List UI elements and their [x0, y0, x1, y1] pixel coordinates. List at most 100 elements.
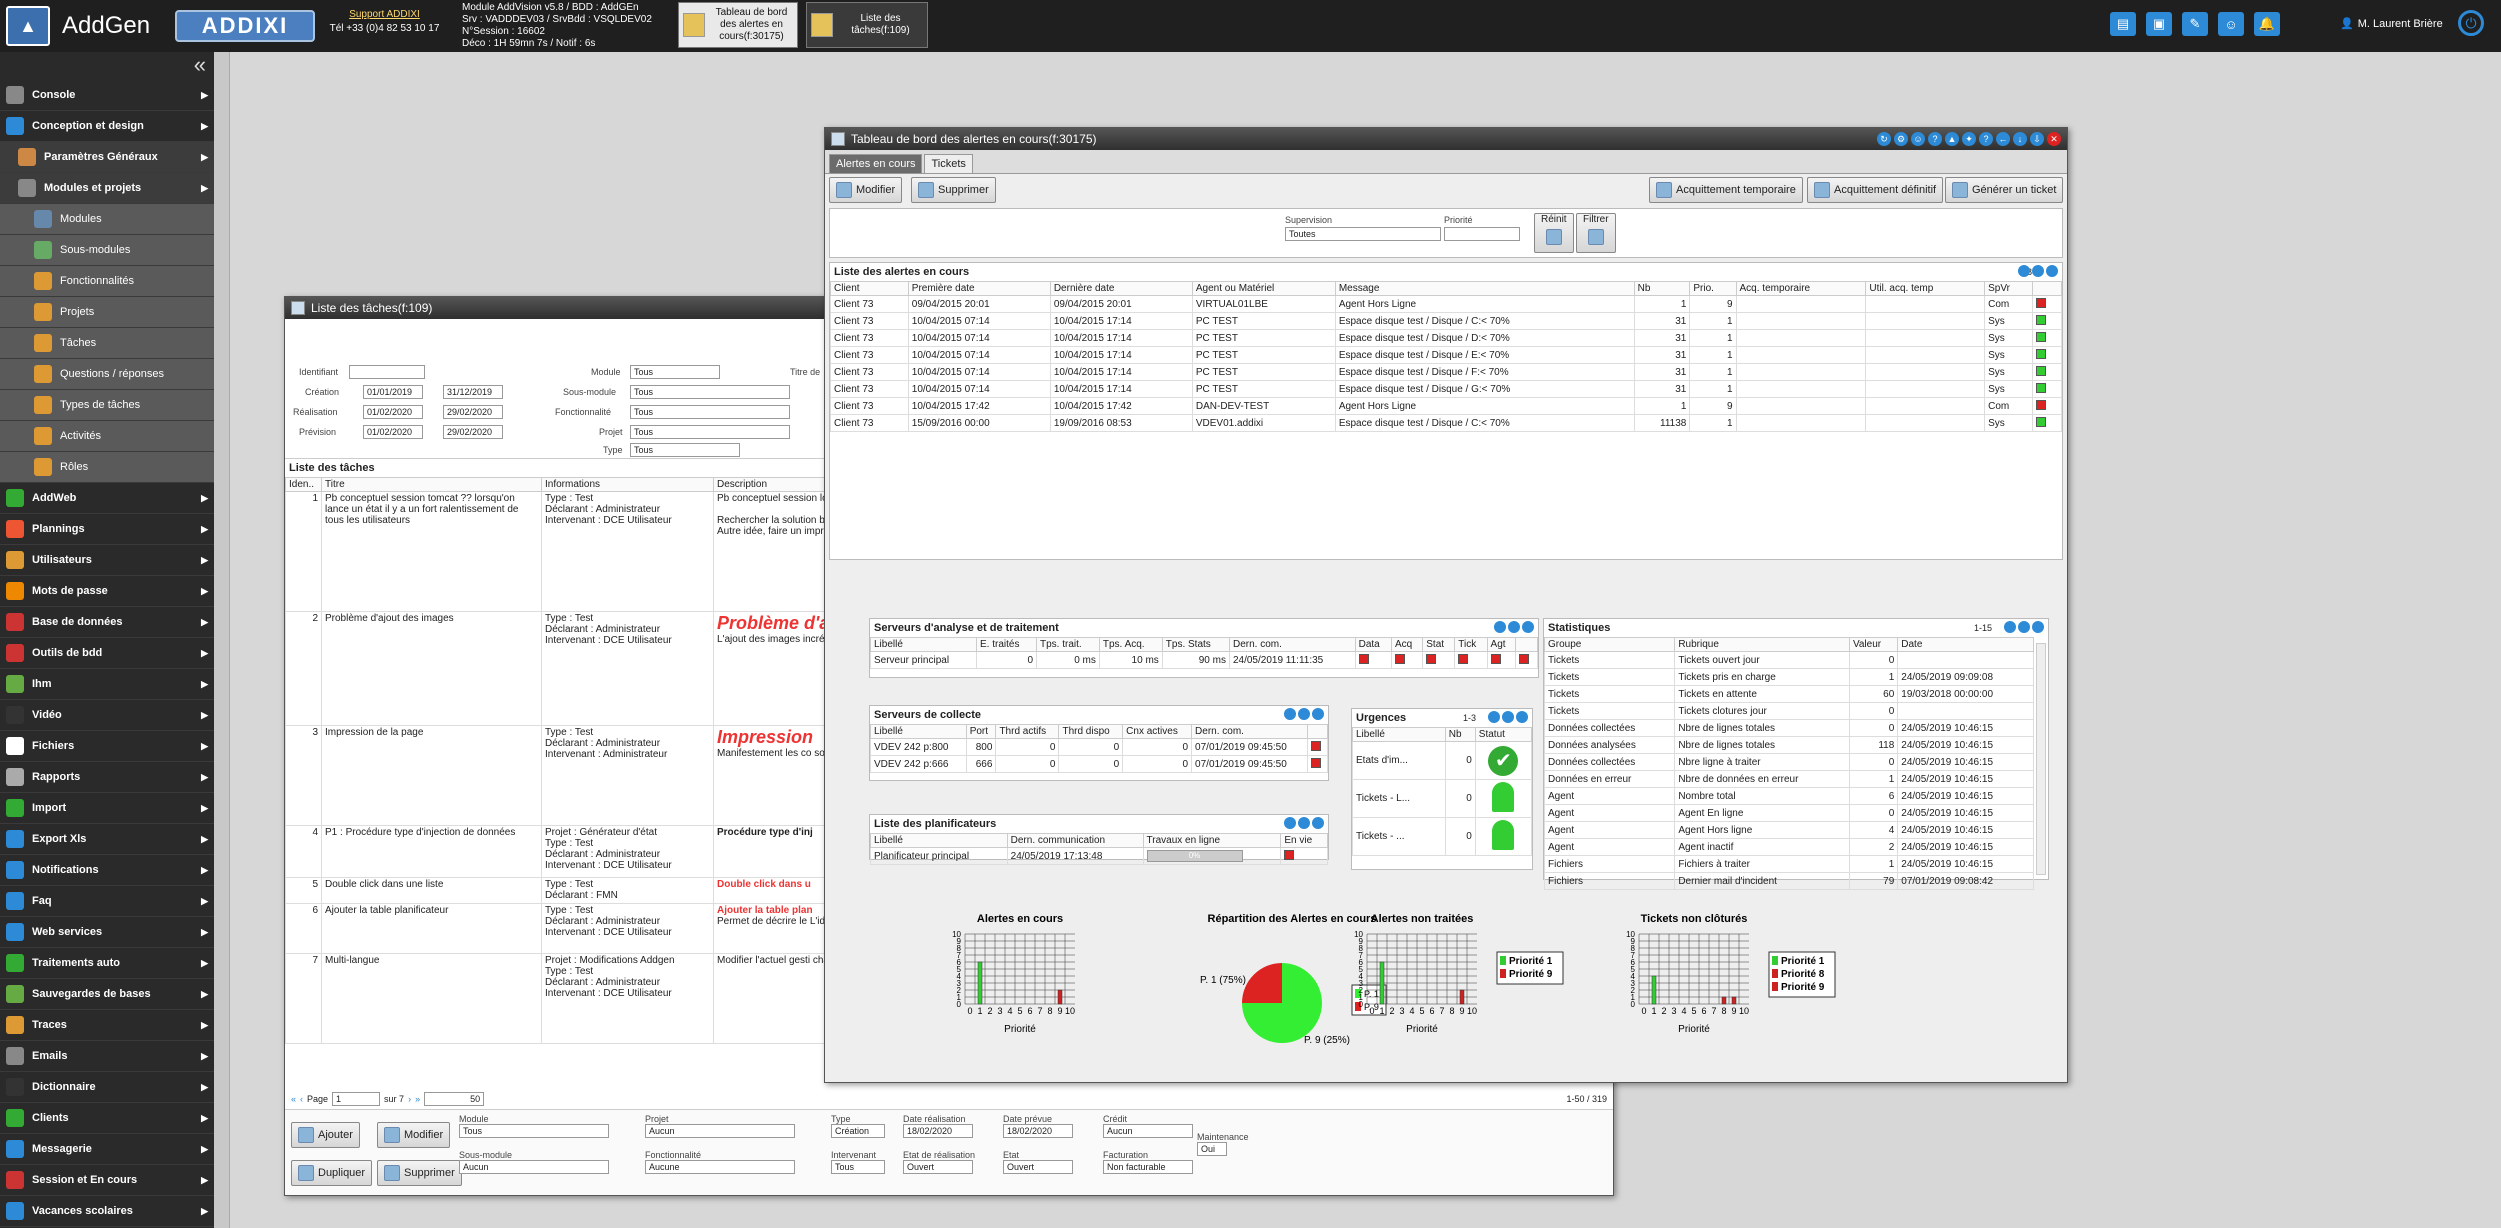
table-row[interactable]: VDEV 242 p:800 800 0 0 0 07/01/2019 09:45:50: [870, 738, 1328, 756]
sidebar-item[interactable]: Utilisateurs ▶: [0, 545, 214, 576]
copy-icon[interactable]: [1284, 817, 1296, 830]
realisation-from-input[interactable]: 01/02/2020: [363, 405, 423, 419]
sidebar-item[interactable]: Ihm ▶: [0, 669, 214, 700]
identifiant-input[interactable]: [349, 365, 425, 379]
copy-icon[interactable]: [1284, 708, 1296, 721]
settings-icon[interactable]: [2032, 265, 2044, 278]
column-header[interactable]: Libellé: [870, 724, 967, 739]
field-select[interactable]: Ouvert: [903, 1160, 973, 1174]
sidebar-item[interactable]: Activités: [0, 421, 214, 452]
sidebar-item[interactable]: Sauvegardes de bases ▶: [0, 979, 214, 1010]
table-row[interactable]: Client 73 10/04/2015 07:14 10/04/2015 17:1…: [830, 329, 2062, 347]
table-row[interactable]: Fichiers Dernier mail d'incident 79 07/01/2…: [1543, 872, 2034, 890]
table-row[interactable]: Tickets - ... 0: [1352, 817, 1533, 856]
sidebar-item[interactable]: Faq ▶: [0, 886, 214, 917]
column-header[interactable]: Tps. Stats: [1161, 637, 1230, 652]
refresh-icon[interactable]: ↻: [1877, 132, 1891, 146]
add-button[interactable]: Ajouter: [291, 1122, 360, 1148]
sidebar-scrollbar[interactable]: [214, 52, 230, 1228]
users-icon[interactable]: ☺: [1911, 132, 1925, 146]
status-flag-icon[interactable]: [1358, 653, 1369, 664]
sidebar-item[interactable]: Vidéo ▶: [0, 700, 214, 731]
reset-button[interactable]: Réinit: [1534, 213, 1574, 253]
app-logo[interactable]: ▲ AddGen: [0, 0, 160, 52]
priority-input[interactable]: [1444, 227, 1520, 241]
user-menu[interactable]: 👤 M. Laurent Brière: [2340, 17, 2443, 31]
column-header[interactable]: Iden..: [285, 477, 322, 492]
refresh-icon[interactable]: [1312, 708, 1324, 721]
settings-icon[interactable]: ⚙: [1894, 132, 1908, 146]
module-select[interactable]: Tous: [630, 365, 720, 379]
refresh-icon[interactable]: [2046, 265, 2058, 278]
column-header[interactable]: Libellé: [870, 637, 977, 652]
column-header[interactable]: Tps. Acq.: [1098, 637, 1163, 652]
column-header[interactable]: [1307, 724, 1328, 739]
sidebar-item[interactable]: Dictionnaire ▶: [0, 1072, 214, 1103]
edit-alert-button[interactable]: Modifier: [829, 177, 903, 203]
column-header[interactable]: Valeur: [1848, 637, 1899, 652]
sidebar-item[interactable]: Vacances scolaires ▶: [0, 1196, 214, 1227]
sidebar-item[interactable]: Rapports ▶: [0, 762, 214, 793]
stats-scrollbar[interactable]: [2036, 643, 2046, 875]
power-icon[interactable]: ⏻: [2458, 10, 2484, 36]
table-row[interactable]: Données collectées Nbre de lignes totales…: [1543, 719, 2034, 737]
duplicate-button[interactable]: Dupliquer: [291, 1160, 373, 1186]
help-icon[interactable]: ?: [1928, 132, 1942, 146]
table-row[interactable]: Agent Agent Hors ligne 4 24/05/2019 10:46:1…: [1543, 821, 2034, 839]
delete-button[interactable]: Supprimer: [377, 1160, 462, 1186]
status-flag-icon[interactable]: [1284, 849, 1295, 860]
collapse-sidebar-icon[interactable]: «: [0, 52, 214, 80]
sidebar-item[interactable]: Clients ▶: [0, 1103, 214, 1134]
bell-icon[interactable]: 🔔: [2254, 12, 2280, 36]
back-icon[interactable]: ←: [1996, 132, 2010, 146]
column-header[interactable]: Tps. trait.: [1036, 637, 1100, 652]
table-row[interactable]: Client 73 10/04/2015 17:42 10/04/2015 17:4…: [830, 397, 2062, 415]
sidebar-item[interactable]: Export Xls ▶: [0, 824, 214, 855]
table-row[interactable]: Données collectées Nbre ligne à traiter 0 2…: [1543, 753, 2034, 771]
edit-button[interactable]: Modifier: [377, 1122, 451, 1148]
refresh-icon[interactable]: [1522, 621, 1534, 634]
column-header[interactable]: SpVr: [1984, 281, 2034, 296]
table-row[interactable]: Client 73 10/04/2015 07:14 10/04/2015 17:1…: [830, 312, 2062, 330]
sidebar-item[interactable]: Emails ▶: [0, 1041, 214, 1072]
copy-icon[interactable]: [1488, 711, 1500, 724]
supervision-select[interactable]: Toutes: [1285, 227, 1441, 241]
field-select[interactable]: Aucun: [645, 1124, 795, 1138]
field-select[interactable]: Aucun: [459, 1160, 609, 1174]
status-flag-icon[interactable]: [1311, 757, 1321, 768]
addixi-logo[interactable]: ADDIXI: [175, 10, 315, 42]
sidebar-item[interactable]: Paramètres Généraux ▶: [0, 142, 214, 173]
column-header[interactable]: Port: [965, 724, 997, 739]
status-flag-icon[interactable]: [1426, 653, 1437, 664]
sidebar-item[interactable]: Questions / réponses: [0, 359, 214, 390]
prevision-from-input[interactable]: 01/02/2020: [363, 425, 423, 439]
sidebar-item[interactable]: Console ▶: [0, 80, 214, 111]
first-page-icon[interactable]: «: [291, 1094, 296, 1104]
status-flag-icon[interactable]: [1518, 653, 1529, 664]
generate-ticket-button[interactable]: Générer un ticket: [1945, 177, 2064, 203]
fonctionnalite-select[interactable]: Tous: [630, 405, 790, 419]
csv-icon[interactable]: [2018, 265, 2030, 278]
sidebar-item[interactable]: Base de données ▶: [0, 607, 214, 638]
sidebar-item[interactable]: Traces ▶: [0, 1010, 214, 1041]
status-flag-icon[interactable]: [1311, 740, 1321, 751]
field-select[interactable]: Tous: [459, 1124, 609, 1138]
column-header[interactable]: Libellé: [1352, 727, 1446, 742]
temporary-ack-button[interactable]: Acquittement temporaire: [1649, 177, 1803, 203]
column-header[interactable]: Message: [1334, 281, 1635, 296]
table-row[interactable]: Agent Nombre total 6 24/05/2019 10:46:15: [1543, 787, 2034, 805]
creation-from-input[interactable]: 01/01/2019: [363, 385, 423, 399]
next-page-icon[interactable]: ›: [408, 1094, 411, 1104]
table-row[interactable]: Tickets Tickets clotures jour 0: [1543, 702, 2034, 720]
sidebar-item[interactable]: Conception et design ▶: [0, 111, 214, 142]
sidebar-item[interactable]: Mots de passe ▶: [0, 576, 214, 607]
sidebar-item[interactable]: Notifications ▶: [0, 855, 214, 886]
projet-select[interactable]: Tous: [630, 425, 790, 439]
field-select[interactable]: Aucun: [1103, 1124, 1193, 1138]
table-row[interactable]: Données analysées Nbre de lignes totales 1…: [1543, 736, 2034, 754]
column-header[interactable]: [1514, 637, 1539, 652]
table-row[interactable]: Client 73 10/04/2015 07:14 10/04/2015 17:1…: [830, 380, 2062, 398]
table-row[interactable]: Client 73 15/09/2016 00:00 19/09/2016 08:5…: [830, 414, 2062, 432]
column-header[interactable]: E. traités: [975, 637, 1038, 652]
sidebar-item[interactable]: Tâches: [0, 328, 214, 359]
